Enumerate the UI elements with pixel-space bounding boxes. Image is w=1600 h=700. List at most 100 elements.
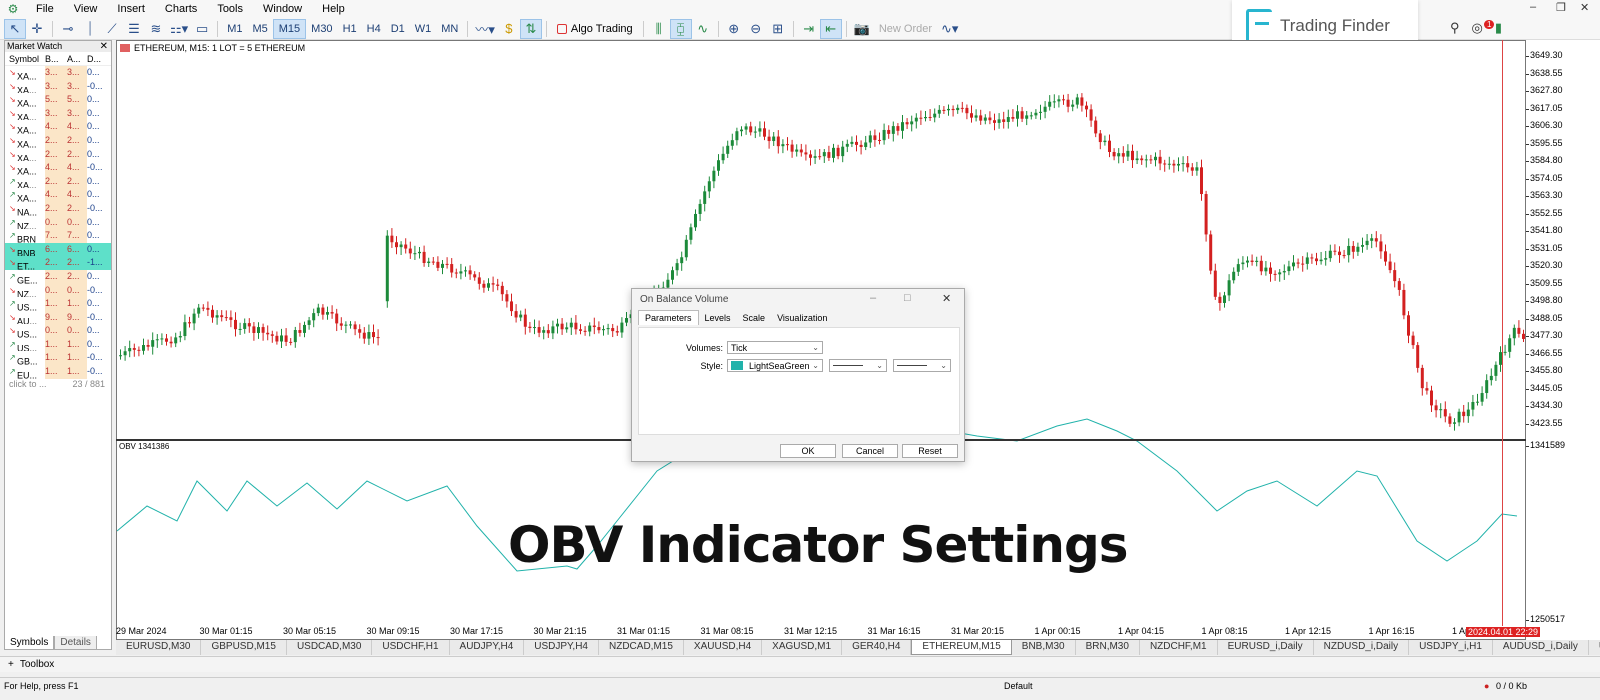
chart-tab[interactable]: GBPUSD,M15 [201, 640, 287, 655]
zoom-out-icon[interactable]: ⊖ [745, 19, 767, 39]
search-icon[interactable]: ⚲ [1450, 20, 1460, 36]
market-watch-row[interactable]: ↘XA... 2... 2... 0... [5, 147, 111, 162]
ok-button[interactable]: OK [780, 444, 836, 458]
horizontal-line-icon[interactable]: ⊸ [57, 19, 79, 39]
tab-levels[interactable]: Levels [699, 311, 737, 325]
menu-view[interactable]: View [64, 3, 108, 15]
market-watch-row[interactable]: ↘XA... 3... 3... -0... [5, 79, 111, 94]
trendline-icon[interactable]: ⟋ [101, 19, 123, 39]
market-watch-row[interactable]: ↘XA... 2... 2... 0... [5, 133, 111, 148]
market-watch-row[interactable]: ↗NZ... 0... 0... 0... [5, 215, 111, 230]
market-watch-row[interactable]: ↘XA... 5... 5... 0... [5, 93, 111, 107]
maximize-icon[interactable]: □ [904, 292, 911, 304]
menu-window[interactable]: Window [253, 3, 312, 15]
market-watch-row[interactable]: ↘NA... 2... 2... -0... [5, 201, 111, 216]
tab-visualization[interactable]: Visualization [771, 311, 833, 325]
new-order-button[interactable]: New Order [873, 23, 938, 35]
market-watch-row[interactable]: ↘ET... 2... 2... -1... [5, 256, 111, 270]
toolbox-bar[interactable]: + Toolbox [0, 656, 1600, 672]
close-icon[interactable]: ✕ [1580, 1, 1589, 14]
tf-w1[interactable]: W1 [410, 19, 437, 39]
chart-tab[interactable]: EURUSD_i,Daily [1218, 640, 1314, 655]
time-axis[interactable]: 29 Mar 2024 30 Mar 01:15 30 Mar 05:15 30 Ma… [116, 626, 1526, 638]
chart-tab[interactable]: XAGUSD,M1 [762, 640, 843, 655]
market-watch-row[interactable]: ↗XA... 2... 2... 0... [5, 174, 111, 189]
price-axis[interactable]: 3649.30 3638.55 3627.80 3617.05 3606.30 3595.… [1525, 40, 1600, 640]
restore-icon[interactable]: ❐ [1556, 1, 1566, 14]
line-width-select[interactable]: ⌄ [893, 359, 951, 372]
line-style-select[interactable]: ⌄ [829, 359, 887, 372]
minimize-icon[interactable]: – [1530, 1, 1536, 13]
chart-tab[interactable]: NZDCHF,M1 [1140, 640, 1218, 655]
cancel-button[interactable]: Cancel [842, 444, 898, 458]
cursor-icon[interactable]: ↖ [4, 18, 26, 39]
menu-insert[interactable]: Insert [107, 3, 155, 15]
chart-tab[interactable]: USDCHF_i,H4 [1589, 640, 1600, 655]
crosshair-icon[interactable]: ✛ [26, 19, 48, 39]
tf-m30[interactable]: M30 [306, 19, 337, 39]
col-bid[interactable]: B... [45, 52, 67, 65]
chart-tab[interactable]: BNB,M30 [1012, 640, 1076, 655]
market-watch-row[interactable]: ↗BRN 7... 7... 0... [5, 229, 111, 243]
market-watch-row[interactable]: ↗GE... 2... 2... 0... [5, 269, 111, 284]
chart-shift-icon[interactable]: ⇤ [819, 18, 842, 39]
close-icon[interactable]: ✕ [942, 292, 951, 305]
autoscroll-icon[interactable]: ⇥ [798, 19, 820, 39]
market-watch-row[interactable]: ↘XA... 4... 4... -0... [5, 161, 111, 175]
app-logo-icon[interactable]: ⚙ [6, 2, 20, 16]
menu-tools[interactable]: Tools [207, 3, 253, 15]
chart-tab[interactable]: NZDCAD,M15 [599, 640, 684, 655]
vertical-line-icon[interactable]: ⏐ [79, 19, 101, 39]
chart-tab[interactable]: USDCHF,H1 [372, 640, 450, 655]
channel-icon[interactable]: ☰ [123, 19, 145, 39]
shapes-icon[interactable]: ⚏▾ [167, 19, 191, 39]
tf-d1[interactable]: D1 [386, 19, 410, 39]
signals-icon[interactable]: ⇅ [519, 18, 542, 39]
col-ask[interactable]: A... [67, 52, 87, 65]
chart-tab[interactable]: USDJPY_i,H1 [1409, 640, 1493, 655]
rectangle-icon[interactable]: ▭ [191, 19, 213, 39]
market-watch-row[interactable]: ↗XA... 4... 4... 0... [5, 188, 111, 202]
chart-tab[interactable]: NZDUSD_i,Daily [1314, 640, 1410, 655]
chart-tab[interactable]: BRN,M30 [1076, 640, 1140, 655]
menu-charts[interactable]: Charts [155, 3, 207, 15]
menu-help[interactable]: Help [312, 3, 355, 15]
market-watch-row[interactable]: ↘XA... 3... 3... 0... [5, 66, 111, 80]
tf-mn[interactable]: MN [436, 19, 463, 39]
tf-m1[interactable]: M1 [222, 19, 247, 39]
market-watch-row[interactable]: ↘AU... 9... 9... -0... [5, 310, 111, 325]
tab-details[interactable]: Details [54, 636, 97, 650]
add-symbol-row[interactable]: click to ... 23 / 881 [5, 379, 111, 392]
toolbox-plus-icon[interactable]: + [8, 659, 14, 670]
tab-scale[interactable]: Scale [737, 311, 772, 325]
tf-m5[interactable]: M5 [247, 19, 272, 39]
tf-h4[interactable]: H4 [362, 19, 386, 39]
market-watch-row[interactable]: ↗GB... 1... 1... -0... [5, 351, 111, 366]
menu-file[interactable]: File [26, 3, 64, 15]
chart-tab[interactable]: ETHEREUM,M15 [911, 640, 1012, 655]
market-watch-row[interactable]: ↗US... 1... 1... 0... [5, 337, 111, 352]
tab-symbols[interactable]: Symbols [4, 636, 55, 650]
close-icon[interactable]: ✕ [100, 41, 108, 52]
tile-windows-icon[interactable]: ⊞ [767, 19, 789, 39]
reset-button[interactable]: Reset [902, 444, 958, 458]
volumes-select[interactable]: Tick ⌄ [727, 341, 823, 354]
fibo-icon[interactable]: ≋ [145, 19, 167, 39]
market-watch-row[interactable]: ↘XA... 3... 3... 0... [5, 106, 111, 121]
strategy-icon[interactable]: ∿▾ [938, 19, 961, 39]
market-watch-row[interactable]: ↗US... 1... 1... 0... [5, 297, 111, 311]
market-watch-row[interactable]: ↘BNB 6... 6... 0... [5, 242, 111, 257]
indicators-icon[interactable]: 〰▾ [472, 19, 498, 39]
col-symbol[interactable]: Symbol [5, 52, 45, 65]
zoom-in-icon[interactable]: ⊕ [723, 19, 745, 39]
tf-h1[interactable]: H1 [338, 19, 362, 39]
line-chart-icon[interactable]: ∿ [692, 19, 714, 39]
algo-trading-button[interactable]: Algo Trading [551, 23, 639, 35]
chart-tab[interactable]: AUDUSD_i,Daily [1493, 640, 1589, 655]
chart-tab[interactable]: GER40,H4 [842, 640, 912, 655]
screenshot-icon[interactable]: 📷 [851, 19, 873, 39]
chart-tab[interactable]: USDJPY,H4 [524, 640, 599, 655]
chart-tab[interactable]: AUDJPY,H4 [450, 640, 525, 655]
market-watch-row[interactable]: ↘US... 0... 0... 0... [5, 324, 111, 338]
market-watch-row[interactable]: ↘NZ... 0... 0... -0... [5, 283, 111, 298]
